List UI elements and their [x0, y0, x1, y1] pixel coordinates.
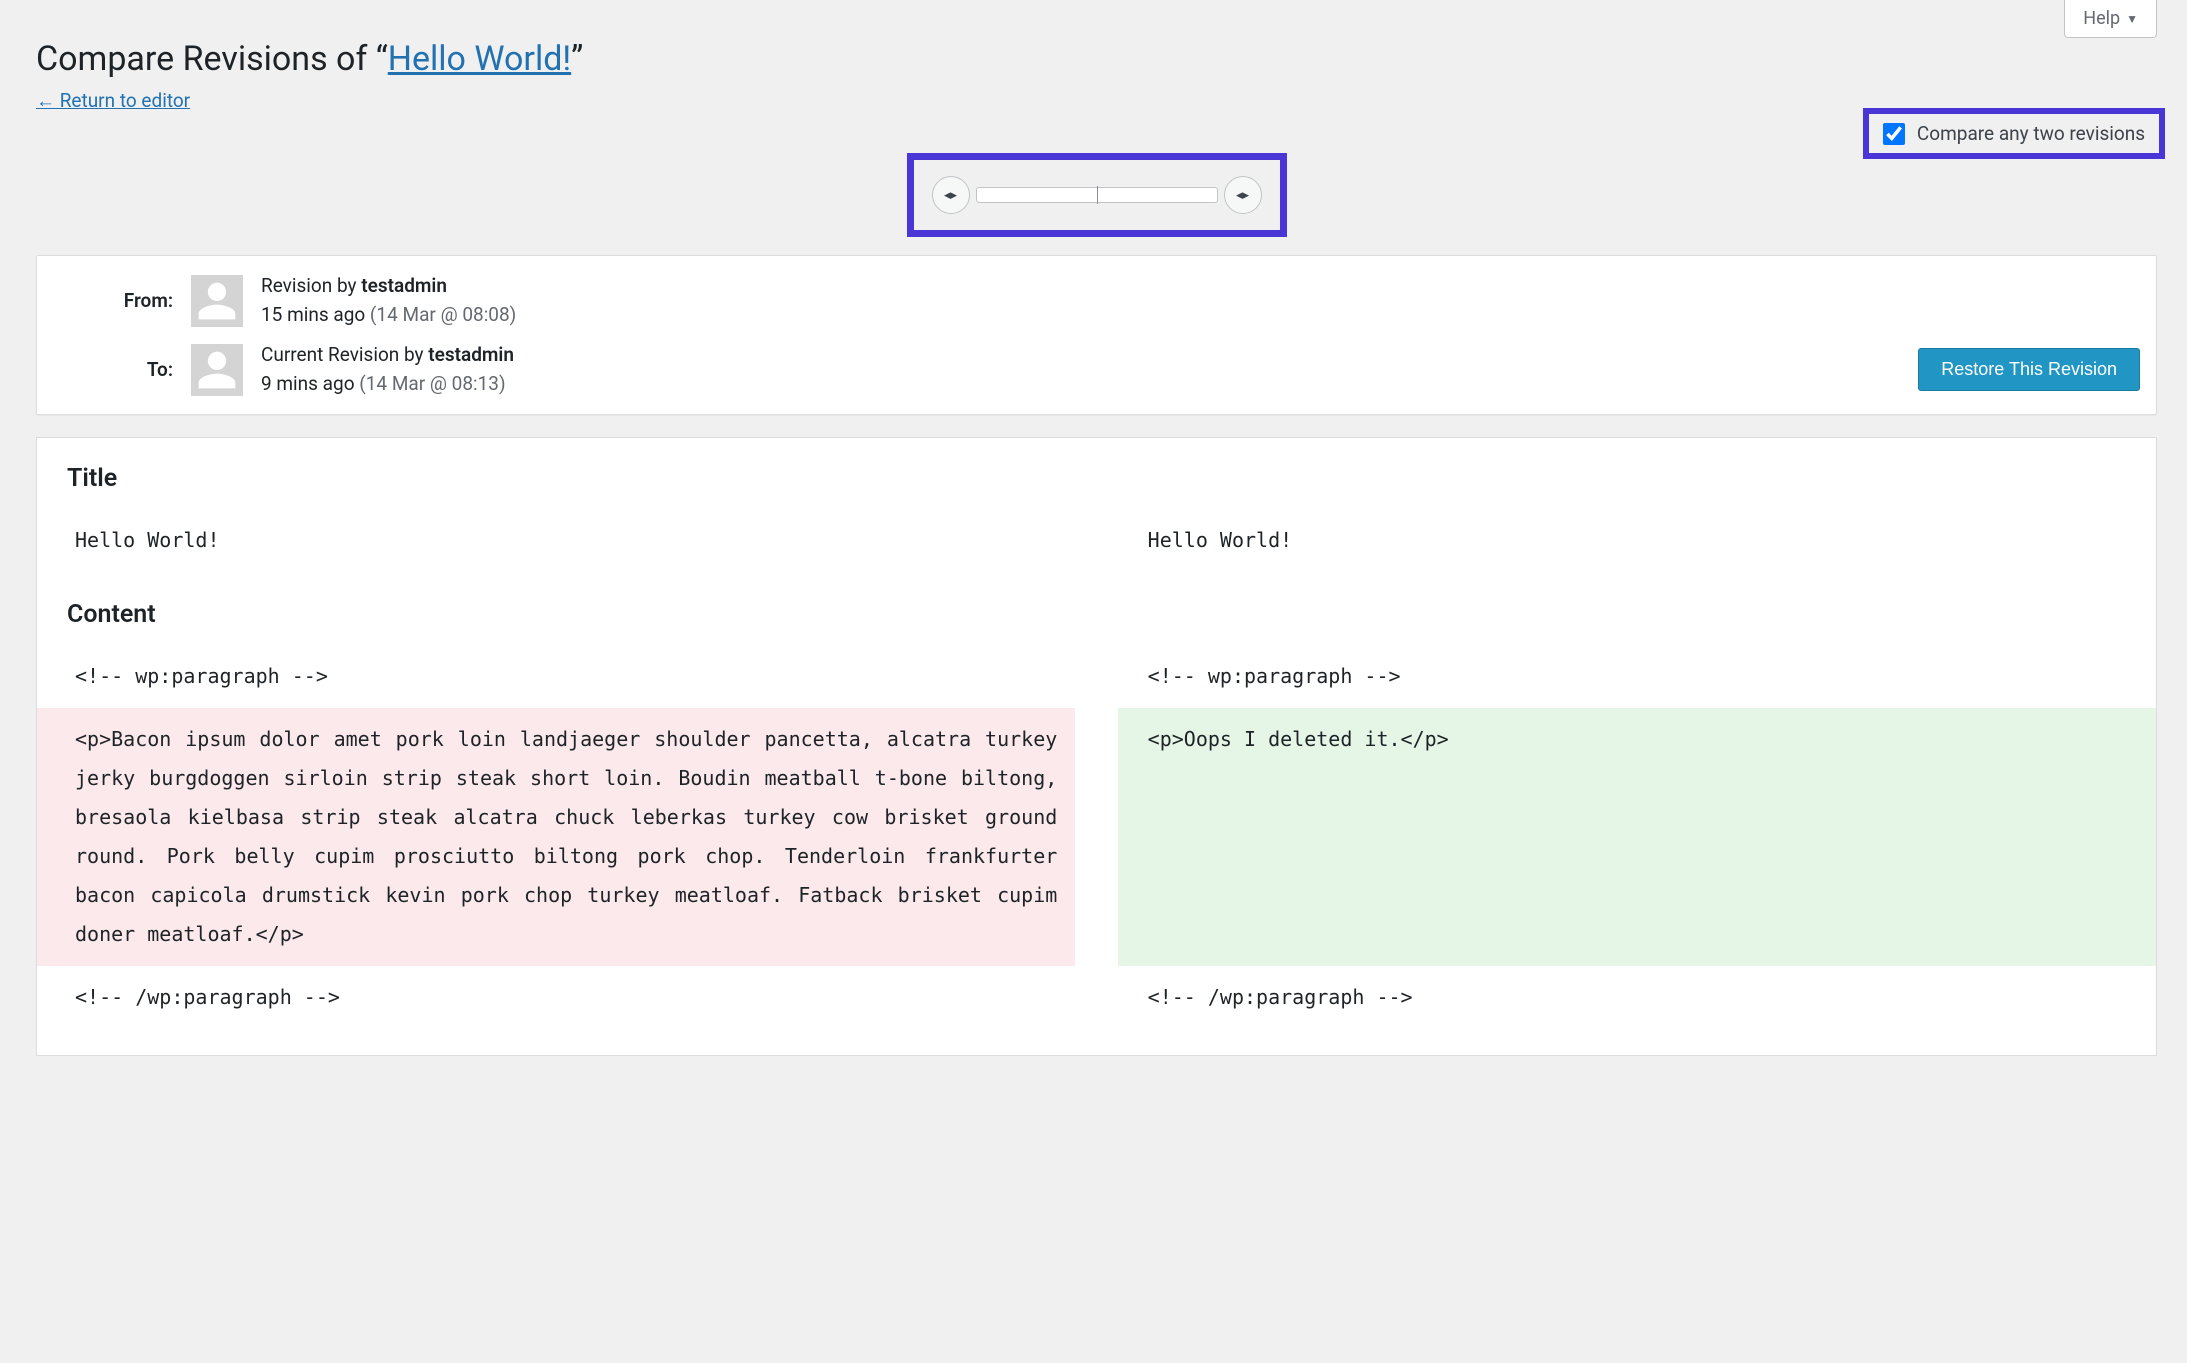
- from-byline-prefix: Revision by: [261, 274, 361, 297]
- from-label: From:: [53, 289, 173, 312]
- user-icon: [195, 279, 239, 323]
- diff-title-right: Hello World!: [1118, 509, 2156, 572]
- compare-any-two-label[interactable]: Compare any two revisions: [1917, 122, 2145, 145]
- diff-cell-left: <!-- /wp:paragraph -->: [37, 966, 1075, 1029]
- diff-content-heading: Content: [37, 600, 2156, 645]
- from-info: Revision by testadmin 15 mins ago (14 Ma…: [261, 272, 516, 329]
- revision-from-row: From: Revision by testadmin 15 mins ago …: [53, 266, 2140, 335]
- slider-prev-button[interactable]: ◂▸: [932, 176, 970, 214]
- to-info: Current Revision by testadmin 9 mins ago…: [261, 341, 514, 398]
- restore-revision-button[interactable]: Restore This Revision: [1918, 348, 2140, 391]
- compare-any-two-checkbox[interactable]: [1883, 123, 1905, 145]
- revision-to-row: To: Current Revision by testadmin 9 mins…: [53, 335, 2140, 404]
- to-timestamp: (14 Mar @ 08:13): [359, 372, 505, 395]
- revisions-meta: From: Revision by testadmin 15 mins ago …: [36, 255, 2157, 415]
- arrows-icon: ◂▸: [1236, 188, 1249, 203]
- to-time-ago: 9 mins ago: [261, 372, 359, 395]
- diff-cell-added: <p>Oops I deleted it.</p>: [1118, 708, 2156, 966]
- avatar: [191, 344, 243, 396]
- arrows-icon: ◂▸: [944, 188, 957, 203]
- table-row: <p>Bacon ipsum dolor amet pork loin land…: [37, 708, 2156, 966]
- table-row: <!-- /wp:paragraph --> <!-- /wp:paragrap…: [37, 966, 2156, 1029]
- diff-title-table: Hello World! Hello World!: [37, 509, 2156, 572]
- slider-track[interactable]: [976, 187, 1218, 203]
- diff-title-section: Title Hello World! Hello World!: [37, 464, 2156, 572]
- post-title-link[interactable]: Hello World!: [388, 39, 571, 79]
- title-prefix: Compare Revisions of “: [36, 39, 388, 79]
- return-to-editor-link[interactable]: ← Return to editor: [36, 89, 190, 113]
- diff-content-table: <!-- wp:paragraph --> <!-- wp:paragraph …: [37, 645, 2156, 1029]
- diff-content-section: Content <!-- wp:paragraph --> <!-- wp:pa…: [37, 600, 2156, 1029]
- to-label: To:: [53, 358, 173, 381]
- table-row: Hello World! Hello World!: [37, 509, 2156, 572]
- to-byline-prefix: Current Revision by: [261, 343, 428, 366]
- slider-next-button[interactable]: ◂▸: [1224, 176, 1262, 214]
- user-icon: [195, 348, 239, 392]
- diff-cell-deleted: <p>Bacon ipsum dolor amet pork loin land…: [37, 708, 1075, 966]
- compare-any-two-toggle: Compare any two revisions: [1863, 108, 2165, 159]
- diff-title-heading: Title: [37, 464, 2156, 509]
- avatar: [191, 275, 243, 327]
- from-timestamp: (14 Mar @ 08:08): [370, 303, 516, 326]
- diff-panel: Title Hello World! Hello World! Content …: [36, 437, 2157, 1056]
- page-title: Compare Revisions of “Hello World!”: [36, 39, 2157, 79]
- from-time-ago: 15 mins ago: [261, 303, 370, 326]
- diff-cell-right: <!-- /wp:paragraph -->: [1118, 966, 2156, 1029]
- diff-cell-left: <!-- wp:paragraph -->: [37, 645, 1075, 708]
- revision-slider: ◂▸ ◂▸: [907, 153, 1287, 237]
- from-author: testadmin: [361, 274, 447, 297]
- caret-down-icon: ▼: [2126, 12, 2138, 26]
- table-row: <!-- wp:paragraph --> <!-- wp:paragraph …: [37, 645, 2156, 708]
- diff-cell-right: <!-- wp:paragraph -->: [1118, 645, 2156, 708]
- diff-title-left: Hello World!: [37, 509, 1075, 572]
- help-label: Help: [2083, 8, 2120, 29]
- help-tab[interactable]: Help ▼: [2064, 0, 2157, 38]
- to-author: testadmin: [428, 343, 514, 366]
- slider-tick: [1097, 186, 1098, 204]
- title-suffix: ”: [571, 39, 583, 79]
